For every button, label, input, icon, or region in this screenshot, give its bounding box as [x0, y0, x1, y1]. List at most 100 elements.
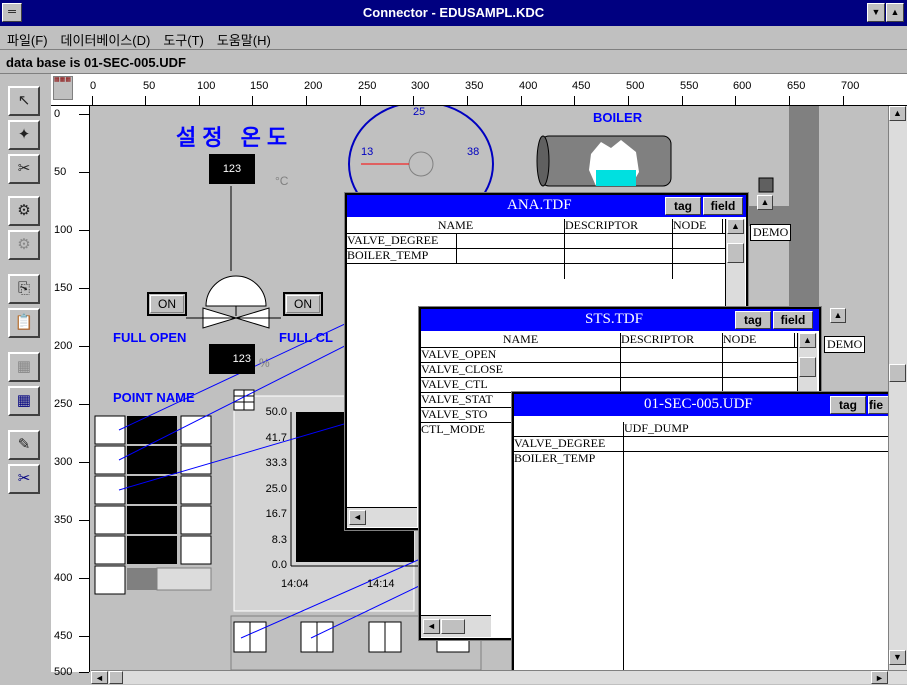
paste-tool-icon[interactable]: 📋	[8, 308, 40, 338]
table-row[interactable]: VALVE_DEGREE	[514, 437, 624, 451]
horizontal-ruler: ▦▦▦ 0 50 100 150 200 250 300 350 400 450 500 550 600…	[51, 74, 907, 106]
scroll-right-icon[interactable]: ►	[871, 671, 888, 684]
menu-help[interactable]: 도움말(H)	[210, 26, 277, 49]
ana-col-node: NODE	[673, 219, 723, 233]
scroll-left-icon[interactable]: ◄	[423, 619, 440, 634]
udf-window-titlebar: 01-SEC-005.UDF tag fie	[514, 394, 892, 416]
ana-hscroll[interactable]: ◄	[347, 507, 417, 527]
ana-field-button[interactable]: field	[703, 197, 743, 215]
table-row[interactable]: VALVE_CLOSE	[421, 363, 519, 377]
unlink-tool-icon[interactable]: ⚙	[8, 230, 40, 260]
chart-y-label: 16.7	[265, 508, 287, 520]
sts-col-name: NAME	[421, 333, 621, 347]
valve-on-right-button[interactable]: ON	[283, 292, 323, 316]
ruler-label: 450	[572, 80, 591, 92]
sts-field-button[interactable]: field	[773, 311, 813, 329]
menu-file[interactable]: 파일(F)	[0, 26, 54, 49]
cut-link-tool-icon[interactable]: ✂	[8, 464, 40, 494]
scroll-thumb[interactable]	[889, 364, 906, 382]
tag-link-tool-icon[interactable]: ⚙	[8, 196, 40, 226]
valve-position-display[interactable]: 123	[209, 344, 255, 374]
scroll-thumb[interactable]	[799, 357, 816, 377]
udf-window[interactable]: 01-SEC-005.UDF tag fie UDF_DUMP VALVE_DE…	[512, 392, 892, 672]
sts-node-demo: DEMO	[824, 336, 866, 353]
db-write-tool-icon[interactable]: ▦	[8, 386, 40, 416]
sts-hscroll[interactable]: ◄	[421, 615, 491, 637]
sts-window-title: STS.TDF	[585, 311, 643, 327]
sts-tag-button[interactable]: tag	[735, 311, 771, 329]
table-row[interactable]: VALVE_CTL	[421, 378, 519, 392]
setpoint-display[interactable]: 123	[209, 154, 255, 184]
scroll-thumb[interactable]	[441, 619, 465, 634]
scroll-thumb[interactable]	[727, 243, 744, 263]
udf-col-dump: UDF_DUMP	[624, 422, 689, 435]
ruler-label: 700	[841, 80, 860, 92]
gauge-label-left: 13	[361, 146, 374, 158]
ana-window-title: ANA.TDF	[507, 197, 572, 213]
scroll-up-icon[interactable]: ▲	[799, 333, 816, 348]
ruler-label: 550	[680, 80, 699, 92]
scroll-down-icon[interactable]: ▼	[889, 650, 906, 665]
table-row[interactable]: VALVE_OPEN	[421, 348, 519, 362]
boiler-label: BOILER	[593, 110, 643, 125]
menu-bar: 파일(F) 데이터베이스(D) 도구(T) 도움말(H)	[0, 26, 907, 50]
database-status: data base is 01-SEC-005.UDF	[0, 50, 907, 74]
point-name-label: POINT NAME	[113, 390, 195, 405]
copy-tool-icon[interactable]: ⎘	[8, 274, 40, 304]
ruler-label: 250	[358, 80, 377, 92]
sts-side-scroll-icon[interactable]: ▲	[830, 308, 846, 323]
chart-y-label: 25.0	[265, 482, 287, 495]
menu-database[interactable]: 데이터베이스(D)	[54, 26, 157, 49]
ruler-label: 0	[54, 108, 61, 120]
ana-node-demo: DEMO	[750, 224, 792, 241]
table-row[interactable]: VALVE_DEGREE	[347, 234, 457, 248]
scroll-left-icon[interactable]: ◄	[349, 510, 366, 525]
window-titlebar: ═ Connector - EDUSAMPL.KDC ▼ ▲	[0, 0, 907, 26]
ruler-label: 150	[54, 282, 73, 294]
table-row[interactable]: VALVE_STO	[421, 408, 519, 422]
table-row[interactable]: BOILER_TEMP	[347, 249, 457, 263]
valve-actuator	[205, 275, 267, 307]
chart-y-label: 33.3	[265, 457, 287, 469]
table-row[interactable]: CTL_MODE	[421, 423, 519, 437]
minimize-icon[interactable]: ▼	[867, 3, 885, 22]
ana-side-scroll-icon[interactable]: ▲	[757, 195, 773, 210]
ruler-label: 500	[626, 80, 645, 92]
ruler-label: 100	[197, 80, 216, 92]
db-read-tool-icon[interactable]: ▦	[8, 352, 40, 382]
scissors-tool-icon[interactable]: ✂	[8, 154, 40, 184]
ana-tag-button[interactable]: tag	[665, 197, 701, 215]
ruler-label: 150	[250, 80, 269, 92]
ruler-label: 600	[733, 80, 752, 92]
pointer-tool-icon[interactable]: ↖	[8, 86, 40, 116]
udf-tag-button[interactable]: tag	[830, 396, 866, 414]
menu-tools[interactable]: 도구(T)	[156, 26, 210, 49]
ruler-label: 250	[54, 398, 73, 410]
maximize-icon[interactable]: ▲	[886, 3, 904, 22]
valve-on-left-button[interactable]: ON	[147, 292, 187, 316]
scroll-thumb[interactable]	[109, 671, 123, 684]
ruler-label: 200	[304, 80, 323, 92]
ana-window-titlebar: ANA.TDF tag field	[347, 195, 746, 217]
canvas-hscroll[interactable]: ◄ ►	[91, 670, 907, 684]
chart-y-label: 41.7	[265, 431, 287, 444]
ruler-label: 50	[143, 80, 156, 92]
pin-tool-icon[interactable]: ✦	[8, 120, 40, 150]
scroll-left-icon[interactable]: ◄	[91, 671, 108, 684]
ruler-label: 300	[411, 80, 430, 92]
notepad-tool-icon[interactable]: ✎	[8, 430, 40, 460]
scroll-up-icon[interactable]: ▲	[889, 106, 906, 121]
chart-y-label: 0.0	[271, 559, 287, 571]
setpoint-heading: 설정 온도	[176, 125, 294, 150]
ruler-label: 400	[519, 80, 538, 92]
table-row[interactable]: BOILER_TEMP	[514, 452, 624, 466]
chart-y-label: 8.3	[271, 533, 287, 546]
ruler-label: 400	[54, 572, 73, 584]
ruler-label: 200	[54, 340, 73, 352]
ruler-label: 650	[787, 80, 806, 92]
table-row[interactable]: VALVE_STAT	[421, 393, 519, 407]
scroll-up-icon[interactable]: ▲	[727, 219, 744, 234]
ruler-label: 350	[465, 80, 484, 92]
canvas-vscroll[interactable]: ▲ ▼	[888, 106, 907, 672]
gauge-label-top: 25	[413, 106, 426, 118]
